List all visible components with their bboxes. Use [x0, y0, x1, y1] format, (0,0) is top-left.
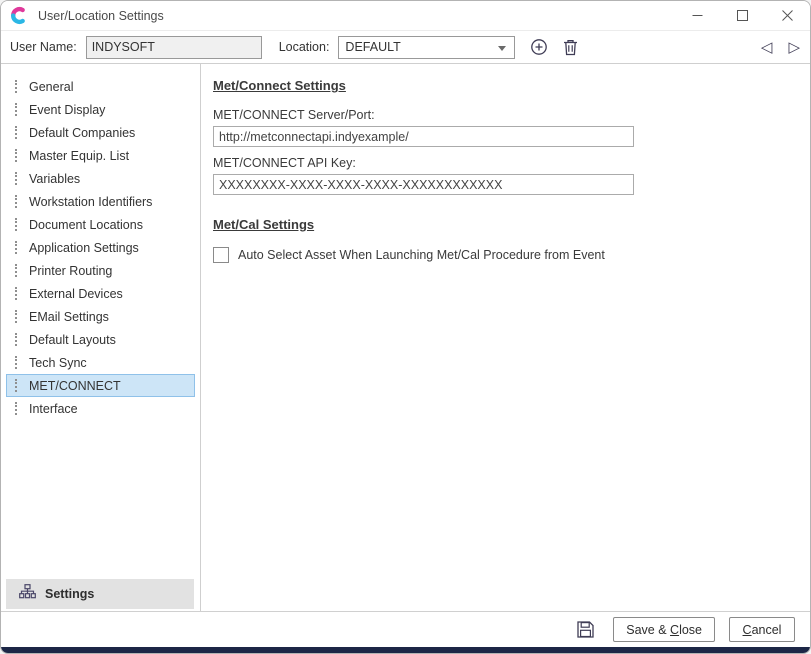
sidebar-item-interface[interactable]: Interface [6, 397, 195, 420]
grip-dots-icon [15, 287, 17, 300]
chevron-down-icon [498, 46, 506, 51]
save-and-close-button[interactable]: Save & Close [613, 617, 715, 642]
settings-tab-label: Settings [45, 587, 94, 601]
close-button[interactable] [765, 1, 810, 30]
window-title: User/Location Settings [38, 9, 164, 23]
met-connect-panel: Met/Connect Settings MET/CONNECT Server/… [201, 64, 810, 611]
api-key-label: MET/CONNECT API Key: [213, 156, 794, 170]
sidebar-item-variables[interactable]: Variables [6, 167, 195, 190]
window-bottom-accent-bar [1, 647, 810, 653]
sidebar-item-master-equip-list[interactable]: Master Equip. List [6, 144, 195, 167]
grip-dots-icon [15, 241, 17, 254]
next-record-button[interactable]: ▷ [788, 40, 800, 55]
location-dropdown[interactable]: DEFAULT [338, 36, 515, 59]
grip-dots-icon [15, 103, 17, 116]
titlebar: User/Location Settings [1, 1, 810, 31]
sidebar-item-event-display[interactable]: Event Display [6, 98, 195, 121]
auto-select-asset-label: Auto Select Asset When Launching Met/Cal… [238, 248, 605, 262]
body: General Event Display Default Companies … [1, 64, 810, 611]
user-name-label: User Name: [10, 40, 77, 54]
minimize-button[interactable] [675, 1, 720, 30]
grip-dots-icon [15, 264, 17, 277]
grip-dots-icon [15, 218, 17, 231]
auto-select-asset-checkbox[interactable] [213, 247, 229, 263]
sidebar-item-default-companies[interactable]: Default Companies [6, 121, 195, 144]
settings-tab[interactable]: Settings [6, 579, 194, 609]
window-controls [675, 1, 810, 30]
grip-dots-icon [15, 310, 17, 323]
server-port-field-group: MET/CONNECT Server/Port: [213, 108, 794, 147]
app-logo-icon [10, 6, 29, 25]
sidebar-item-printer-routing[interactable]: Printer Routing [6, 259, 195, 282]
api-key-field-group: MET/CONNECT API Key: [213, 156, 794, 195]
add-location-button[interactable] [530, 38, 548, 56]
server-port-label: MET/CONNECT Server/Port: [213, 108, 794, 122]
grip-dots-icon [15, 149, 17, 162]
toolbar: User Name: Location: DEFAULT ◁ ▷ [1, 31, 810, 64]
sidebar-item-document-locations[interactable]: Document Locations [6, 213, 195, 236]
save-button[interactable] [577, 621, 594, 638]
cancel-button[interactable]: Cancel [729, 617, 795, 642]
sidebar-item-met-connect[interactable]: MET/CONNECT [6, 374, 195, 397]
grip-dots-icon [15, 80, 17, 93]
user-location-settings-window: User/Location Settings User Name: Locati… [0, 0, 811, 654]
grip-dots-icon [15, 402, 17, 415]
previous-record-button[interactable]: ◁ [761, 40, 773, 55]
api-key-input[interactable] [213, 174, 634, 195]
grip-dots-icon [15, 356, 17, 369]
sidebar-item-email-settings[interactable]: EMail Settings [6, 305, 195, 328]
sidebar-item-application-settings[interactable]: Application Settings [6, 236, 195, 259]
sidebar-item-default-layouts[interactable]: Default Layouts [6, 328, 195, 351]
auto-select-asset-row: Auto Select Asset When Launching Met/Cal… [213, 247, 794, 263]
sidebar-item-external-devices[interactable]: External Devices [6, 282, 195, 305]
sidebar-item-general[interactable]: General [6, 75, 195, 98]
met-connect-settings-heading: Met/Connect Settings [213, 78, 794, 93]
grip-dots-icon [15, 126, 17, 139]
sidebar-nav-list: General Event Display Default Companies … [1, 64, 200, 420]
location-label: Location: [279, 40, 330, 54]
delete-location-button[interactable] [563, 39, 578, 56]
sidebar-item-tech-sync[interactable]: Tech Sync [6, 351, 195, 374]
grip-dots-icon [15, 195, 17, 208]
grip-dots-icon [15, 333, 17, 346]
grip-dots-icon [15, 379, 17, 392]
server-port-input[interactable] [213, 126, 634, 147]
settings-sidebar: General Event Display Default Companies … [1, 64, 201, 611]
met-cal-settings-heading: Met/Cal Settings [213, 217, 794, 232]
sidebar-item-workstation-identifiers[interactable]: Workstation Identifiers [6, 190, 195, 213]
footer: Save & Close Cancel [1, 611, 810, 647]
location-selected-value: DEFAULT [345, 40, 400, 54]
grip-dots-icon [15, 172, 17, 185]
sitemap-icon [19, 584, 36, 604]
maximize-button[interactable] [720, 1, 765, 30]
user-name-field [86, 36, 262, 59]
